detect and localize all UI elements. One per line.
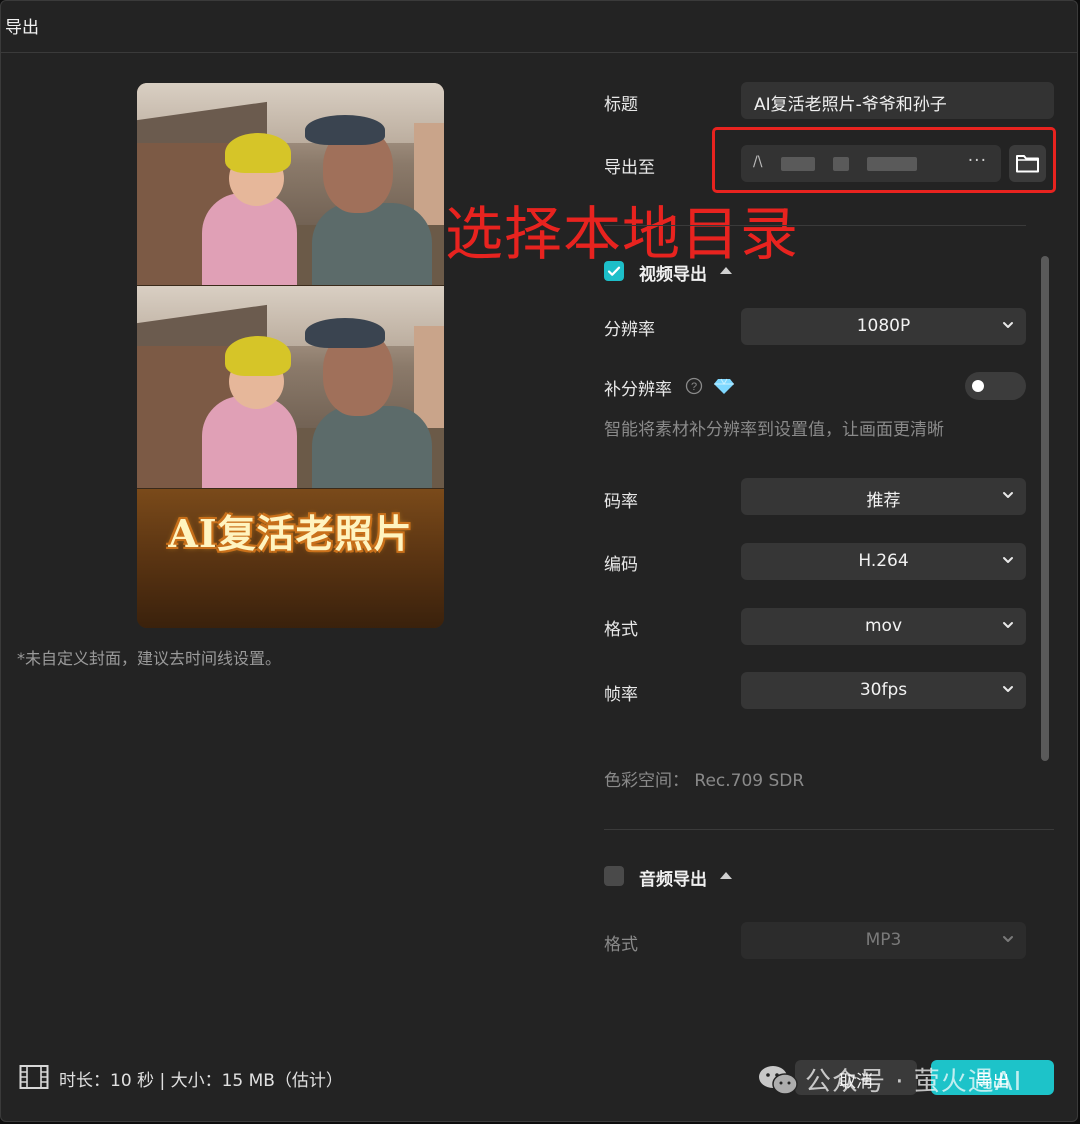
- export-to-label: 导出至: [604, 158, 655, 178]
- audio-format-select[interactable]: MP3: [741, 922, 1026, 959]
- video-format-value: mov: [864, 616, 903, 636]
- help-icon[interactable]: ?: [685, 377, 703, 395]
- film-icon: [19, 1065, 49, 1089]
- resolution-value: 1080P: [856, 316, 911, 336]
- resolution-select[interactable]: 1080P: [741, 308, 1026, 345]
- export-dialog: 导出 AI复活老照片 *未自定义封面，建议去时间线设置。 标题 AI复活老照片-…: [0, 0, 1078, 1122]
- check-icon: [607, 266, 621, 276]
- chevron-down-icon: [1003, 557, 1013, 563]
- resolution-label: 分辨率: [604, 320, 655, 340]
- toggle-knob: [972, 380, 984, 392]
- duration-size-info: 时长：10 秒 | 大小：15 MB（估计）: [59, 1071, 343, 1091]
- dialog-titlebar: 导出: [1, 1, 1077, 53]
- codec-label: 编码: [604, 555, 638, 575]
- cover-preview: AI复活老照片: [137, 83, 444, 628]
- audio-export-checkbox[interactable]: [604, 866, 624, 886]
- section-divider: [604, 225, 1026, 226]
- video-format-label: 格式: [604, 620, 638, 640]
- codec-select[interactable]: H.264: [741, 543, 1026, 580]
- fps-label: 帧率: [604, 685, 638, 705]
- chevron-down-icon: [1003, 622, 1013, 628]
- settings-scrollbar[interactable]: [1041, 256, 1049, 761]
- audio-format-value: MP3: [865, 930, 902, 950]
- collapse-caret-icon[interactable]: [720, 872, 732, 879]
- diamond-vip-icon: [714, 378, 734, 394]
- annotation-text: 选择本地目录: [445, 200, 800, 268]
- preview-photo-top: [137, 83, 444, 285]
- chevron-down-icon: [1003, 686, 1013, 692]
- fps-value: 30fps: [859, 680, 908, 700]
- audio-format-label: 格式: [604, 935, 638, 955]
- bitrate-label: 码率: [604, 492, 638, 512]
- preview-photo-bottom: [137, 286, 444, 488]
- wechat-icon: [759, 1066, 798, 1095]
- chevron-down-icon: [1003, 492, 1013, 498]
- chevron-down-icon: [1003, 936, 1013, 942]
- preview-banner: AI复活老照片: [137, 489, 444, 628]
- preview-banner-text: AI复活老照片: [168, 511, 413, 556]
- watermark-text: 公众号 · 萤火遇AI: [805, 1067, 1023, 1097]
- bitrate-select[interactable]: 推荐: [741, 478, 1026, 515]
- annotation-highlight-box: [712, 127, 1056, 193]
- upscale-description: 智能将素材补分辨率到设置值，让画面更清晰: [604, 420, 944, 440]
- fps-select[interactable]: 30fps: [741, 672, 1026, 709]
- video-export-checkbox[interactable]: [604, 261, 624, 281]
- svg-text:?: ?: [691, 381, 697, 393]
- section-divider: [604, 829, 1054, 830]
- title-input[interactable]: AI复活老照片-爷爷和孙子: [741, 82, 1054, 119]
- title-label: 标题: [604, 95, 638, 115]
- cover-hint: *未自定义封面，建议去时间线设置。: [17, 649, 282, 668]
- dialog-title: 导出: [5, 18, 39, 38]
- video-format-select[interactable]: mov: [741, 608, 1026, 645]
- upscale-label: 补分辨率: [604, 380, 672, 400]
- color-space-info: 色彩空间： Rec.709 SDR: [604, 771, 805, 791]
- bitrate-value: 推荐: [866, 491, 901, 511]
- title-input-value: AI复活老照片-爷爷和孙子: [754, 95, 947, 115]
- chevron-down-icon: [1003, 322, 1013, 328]
- collapse-caret-icon[interactable]: [720, 267, 732, 274]
- upscale-toggle[interactable]: [965, 372, 1026, 400]
- codec-value: H.264: [858, 551, 909, 571]
- audio-export-title: 音频导出: [639, 870, 707, 890]
- video-export-title: 视频导出: [639, 265, 707, 285]
